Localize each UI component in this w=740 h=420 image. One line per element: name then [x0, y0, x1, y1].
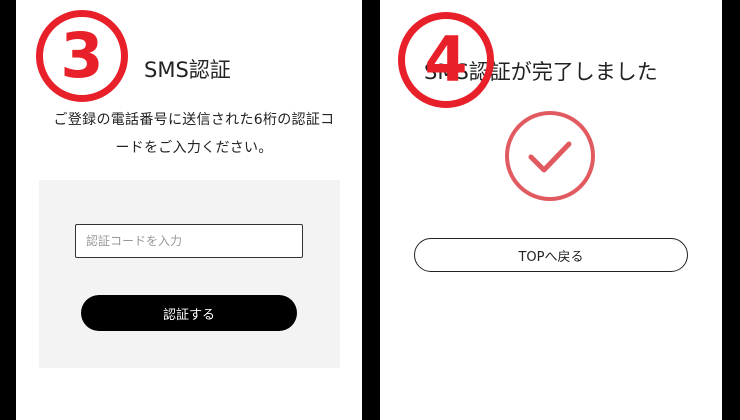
back-to-top-button[interactable]: TOPへ戻る [414, 238, 688, 272]
instruction-line: ードをご入力ください。 [115, 140, 273, 156]
sms-verify-complete-screen: SMS認証が完了しました 4 TOPへ戻る [380, 0, 722, 420]
step-number: 3 [60, 19, 104, 92]
step-number: 4 [424, 23, 468, 96]
sms-verify-screen: 3 SMS認証 ご登録の電話番号に送信された6桁の認証コ ードをご入力ください。… [16, 0, 362, 420]
verification-form: 認証する [39, 180, 340, 368]
instruction-text: ご登録の電話番号に送信された6桁の認証コ ードをご入力ください。 [34, 106, 354, 162]
instruction-line: ご登録の電話番号に送信された6桁の認証コ [53, 112, 335, 128]
verification-code-input[interactable] [75, 224, 303, 258]
check-icon [505, 111, 595, 201]
step-3-marker: 3 [36, 10, 128, 102]
step-4-marker: 4 [398, 12, 494, 108]
verify-button[interactable]: 認証する [81, 295, 297, 331]
page-title: SMS認証 [144, 58, 231, 82]
